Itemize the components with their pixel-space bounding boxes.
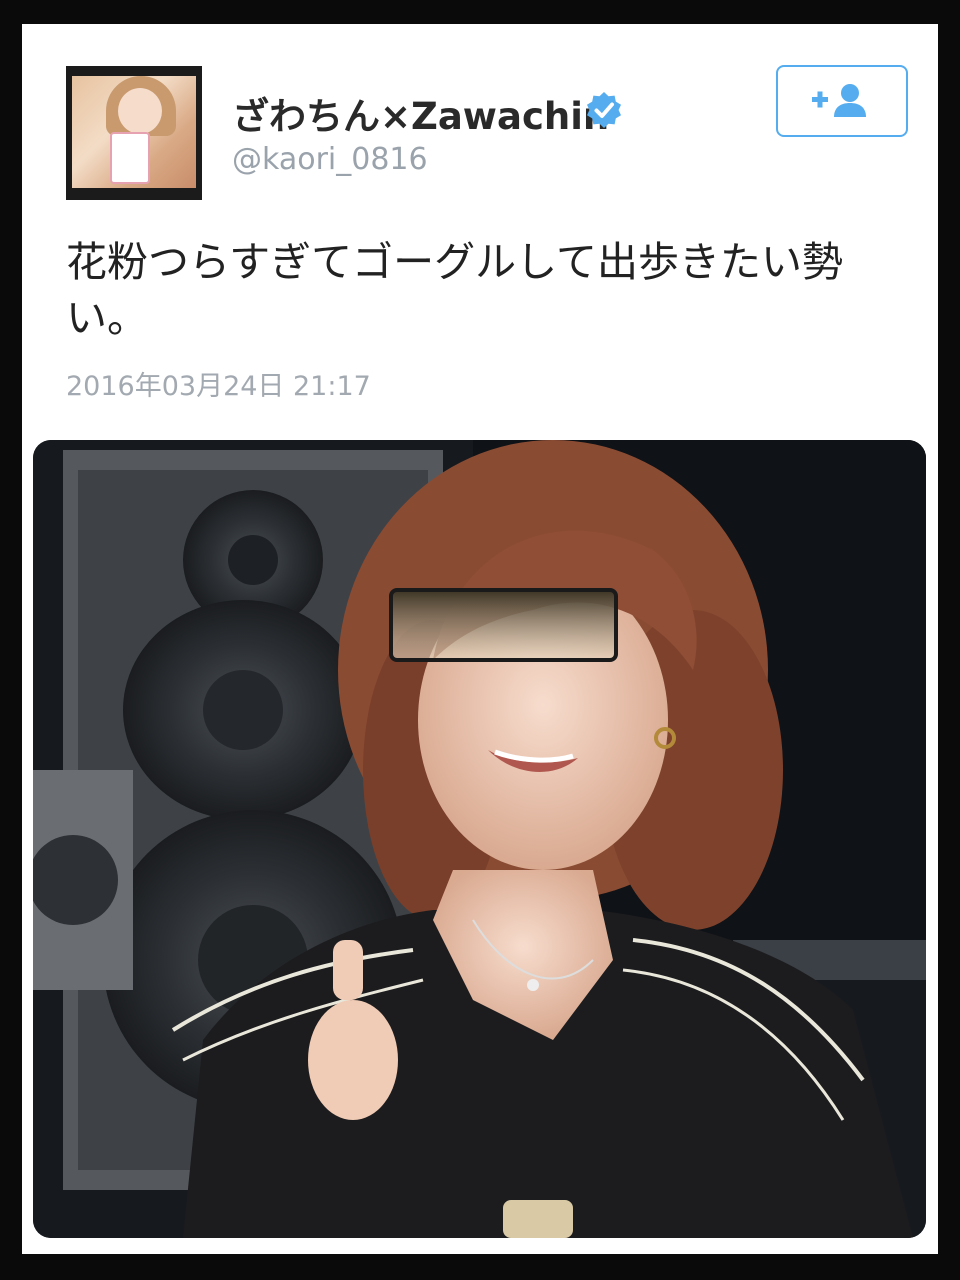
follow-button[interactable] xyxy=(776,65,908,137)
display-name[interactable]: ざわちん×Zawachin xyxy=(232,86,609,140)
user-handle[interactable]: @kaori_0816 xyxy=(232,142,428,177)
add-user-icon xyxy=(812,84,866,117)
avatar[interactable] xyxy=(66,66,202,200)
tweet-media-photo[interactable] xyxy=(33,440,926,1238)
photo-illustration xyxy=(33,440,926,1238)
tweet-text: 花粉つらすぎてゴーグルして出歩きたい勢い。 xyxy=(66,238,843,342)
tweet-card: ざわちん×Zawachin @kaori_0816 花粉つらすぎてゴーグルして出… xyxy=(22,24,938,1254)
tweet-timestamp[interactable]: 2016年03月24日 21:17 xyxy=(66,364,371,403)
verified-badge-icon xyxy=(587,92,621,128)
